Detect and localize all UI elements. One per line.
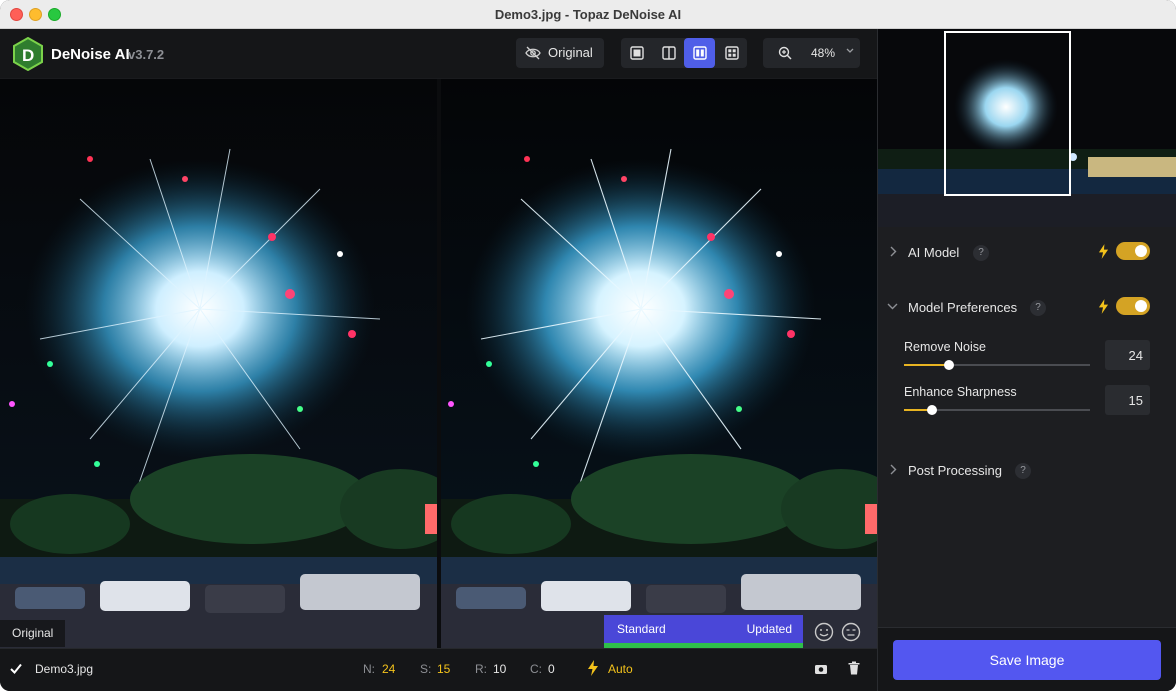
model-status: Updated: [746, 622, 792, 636]
enhance-sharpness-value[interactable]: 15: [1105, 385, 1150, 415]
ai-model-toggle[interactable]: [1116, 242, 1150, 260]
processed-image-pane[interactable]: Standard Updated: [441, 79, 877, 648]
noise-label: N:: [363, 662, 375, 676]
model-name: Standard: [617, 622, 666, 636]
noise-value: 24: [382, 662, 396, 676]
side-by-side-view-button[interactable]: [684, 38, 715, 68]
remove-noise-value[interactable]: 24: [1105, 340, 1150, 370]
original-image-pane[interactable]: Original: [0, 79, 437, 648]
auto-mode-label[interactable]: Auto: [608, 662, 633, 676]
navigator-thumbnail[interactable]: [878, 29, 1176, 227]
chevron-down-icon: [887, 303, 898, 310]
lightning-icon: [588, 660, 598, 676]
app-version: v3.7.2: [128, 47, 165, 62]
show-original-button[interactable]: Original: [516, 38, 604, 68]
eye-off-icon: [525, 46, 541, 60]
save-area: Save Image: [878, 627, 1176, 691]
model-preferences-section[interactable]: Model Preferences ?: [878, 292, 1176, 322]
denoise-logo-icon: D: [13, 37, 43, 71]
color-label: C:: [530, 662, 542, 676]
sharpness-label: S:: [420, 662, 432, 676]
save-image-button[interactable]: Save Image: [893, 640, 1161, 680]
enhance-sharpness-thumb[interactable]: [927, 405, 937, 415]
remove-noise-thumb[interactable]: [944, 360, 954, 370]
model-preferences-label: Model Preferences: [908, 300, 1018, 315]
auto-lightning-icon: [1098, 244, 1109, 259]
view-mode-group: [621, 38, 747, 68]
original-label-tag: Original: [0, 620, 66, 647]
recover-value: 10: [493, 662, 507, 676]
split-view-icon: [662, 46, 676, 60]
zoom-value: 48%: [811, 46, 836, 60]
chevron-down-icon: [846, 48, 854, 53]
toggle-knob: [1135, 300, 1147, 312]
ai-model-section[interactable]: AI Model ?: [878, 237, 1176, 267]
app-window: Demo3.jpg - Topaz DeNoise AI D DeNoise A…: [0, 0, 1176, 691]
post-processing-help-icon[interactable]: ?: [1015, 463, 1031, 479]
ai-model-help-icon[interactable]: ?: [973, 245, 989, 261]
fireworks-original-image: [0, 79, 437, 648]
show-original-label: Original: [548, 45, 593, 60]
top-toolbar: D DeNoise AI v3.7.2 Original 48%: [0, 29, 877, 78]
app-name: DeNoise AI: [51, 46, 130, 63]
model-preferences-help-icon[interactable]: ?: [1030, 300, 1046, 316]
ai-model-status-bar[interactable]: Standard Updated: [604, 615, 803, 648]
chevron-right-icon: [890, 464, 897, 475]
color-value: 0: [548, 662, 555, 676]
remove-noise-fill: [904, 364, 949, 366]
checkmark-icon[interactable]: [10, 663, 22, 674]
smile-face-icon[interactable]: [814, 622, 834, 642]
model-preferences-toggle[interactable]: [1116, 297, 1150, 315]
status-filename: Demo3.jpg: [35, 662, 94, 676]
neutral-face-icon[interactable]: [841, 622, 861, 642]
fireworks-processed-image: [441, 79, 877, 648]
trash-icon[interactable]: [848, 661, 860, 675]
post-processing-label: Post Processing: [908, 463, 1002, 478]
navigator-viewport-frame[interactable]: [944, 31, 1071, 196]
remove-noise-label: Remove Noise: [904, 340, 986, 354]
auto-lightning-icon: [1098, 299, 1109, 314]
comparison-grid-view-button[interactable]: [716, 38, 747, 68]
title-bar: Demo3.jpg - Topaz DeNoise AI: [0, 0, 1176, 29]
enhance-sharpness-slider[interactable]: [904, 405, 1090, 415]
ai-model-label: AI Model: [908, 245, 960, 260]
post-processing-section[interactable]: Post Processing ?: [878, 455, 1176, 485]
grid-view-icon: [725, 46, 739, 60]
toggle-knob: [1135, 245, 1147, 257]
svg-text:D: D: [22, 46, 34, 65]
enhance-sharpness-label: Enhance Sharpness: [904, 385, 1017, 399]
status-bar: Demo3.jpg N: 24 S: 15 R: 10 C: 0 Auto: [0, 648, 877, 691]
single-view-icon: [630, 46, 644, 60]
zoom-dropdown[interactable]: 48%: [763, 38, 860, 68]
window-title: Demo3.jpg - Topaz DeNoise AI: [494, 7, 682, 22]
sharpness-value: 15: [437, 662, 451, 676]
camera-icon[interactable]: [814, 663, 828, 675]
split-view-button[interactable]: [653, 38, 684, 68]
recover-label: R:: [475, 662, 487, 676]
remove-noise-slider[interactable]: [904, 360, 1090, 370]
side-by-side-view-icon: [693, 46, 707, 60]
chevron-right-icon: [890, 246, 897, 257]
single-view-button[interactable]: [621, 38, 652, 68]
settings-sidebar: AI Model ? Model Preferences ? Remove No…: [877, 29, 1176, 691]
zoom-icon: [778, 46, 792, 60]
